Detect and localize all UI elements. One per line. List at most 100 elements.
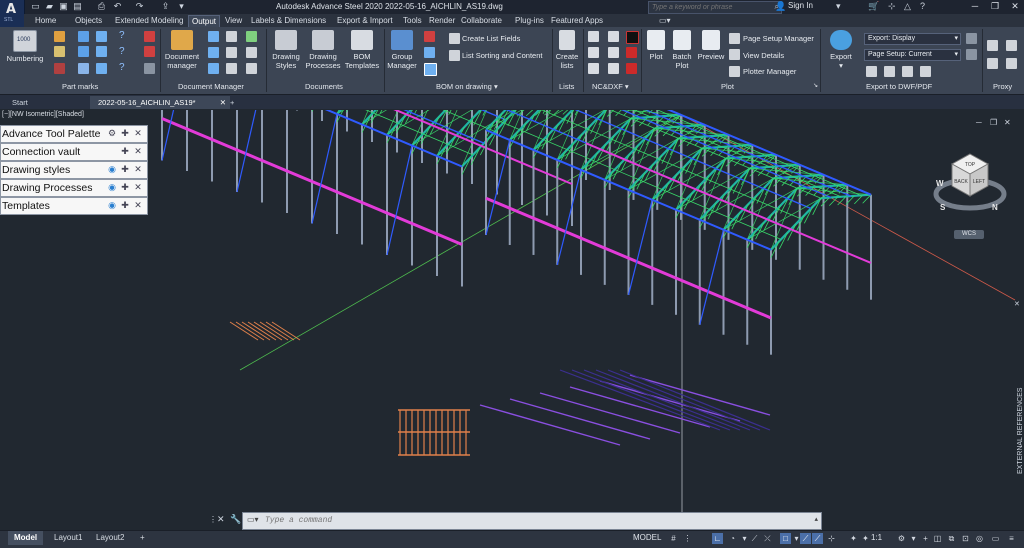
part-mark-icon-4[interactable] [78, 31, 89, 42]
doc-icon-5[interactable] [226, 47, 237, 58]
export-icon-4[interactable] [920, 66, 931, 77]
cmd-customize-icon[interactable]: 🔧 [230, 514, 241, 525]
polar-icon[interactable]: ◔ [727, 533, 738, 544]
document-manager-button[interactable]: Document manager [162, 30, 202, 70]
delete-mark-icon-3[interactable] [144, 63, 155, 74]
page-setup-options-icon[interactable] [966, 49, 977, 60]
bom-icon-3[interactable] [424, 63, 437, 76]
viewport-restore-icon[interactable]: ❐ [990, 118, 997, 127]
globe-icon[interactable]: ◉ [107, 182, 117, 192]
close-icon[interactable]: ✕ [133, 128, 143, 138]
view-details-button[interactable]: View Details [743, 51, 784, 60]
doc-icon-2[interactable] [208, 47, 219, 58]
batch-plot-button[interactable]: Batch Plot [669, 30, 695, 70]
panel-expand-icon[interactable]: ↘ [813, 82, 818, 89]
part-mark-icon-9[interactable] [96, 63, 107, 74]
add-icon[interactable]: ✚ [120, 182, 130, 192]
tab-featured-apps[interactable]: Featured Apps [548, 15, 606, 27]
units-icon[interactable]: ◫ [932, 533, 943, 544]
delete-mark-icon-2[interactable] [144, 46, 155, 57]
annotation-monitor-icon[interactable]: + [920, 533, 931, 544]
viewport-controls-label[interactable]: [−][NW Isometric][Shaded] [2, 111, 84, 118]
tab-tools[interactable]: Tools [400, 15, 425, 27]
question-icon-3[interactable]: ? [119, 62, 125, 73]
tab-output[interactable]: Output [188, 15, 221, 27]
open-folder-icon[interactable]: ▰ [44, 1, 55, 12]
bom-icon-2[interactable] [424, 47, 435, 58]
help-icon[interactable]: ? [920, 1, 925, 11]
drawing-processes-button[interactable]: Drawing Processes [304, 30, 342, 70]
nc-icon-3[interactable] [588, 63, 599, 74]
panel-label-bom[interactable]: BOM on drawing ▾ [436, 82, 498, 92]
model-space-toggle[interactable]: MODEL [633, 533, 661, 542]
doc-icon-4[interactable] [226, 31, 237, 42]
part-mark-icon-1[interactable] [54, 31, 65, 42]
export-icon-1[interactable] [866, 66, 877, 77]
export-display-dropdown[interactable]: Export: Display ▾ [864, 33, 961, 45]
layout-tab-layout1[interactable]: Layout1 [48, 531, 88, 545]
new-tab-button[interactable]: + [222, 96, 242, 109]
numbering-button[interactable]: 1000 Numbering [3, 30, 47, 63]
tab-view[interactable]: View [222, 15, 245, 27]
osnap-tracking-icon[interactable]: ⤫ [762, 533, 773, 544]
minimize-icon[interactable]: ─ [966, 0, 984, 13]
doc-icon-6[interactable] [226, 63, 237, 74]
snap-icon[interactable]: ⋮ [682, 533, 693, 544]
export-button[interactable]: Export ▾ [826, 30, 856, 70]
add-icon[interactable]: ✚ [120, 200, 130, 210]
close-icon[interactable]: ✕ [1006, 0, 1024, 13]
command-history-icon[interactable]: ▴ [814, 515, 818, 523]
part-mark-icon-3[interactable] [54, 63, 65, 74]
create-lists-button[interactable]: Create lists [553, 30, 581, 70]
bom-icon-1[interactable] [424, 31, 435, 42]
doc-icon-9[interactable] [246, 63, 257, 74]
group-manager-button[interactable]: Group Manager [386, 30, 418, 70]
drawing-viewport[interactable] [0, 110, 1024, 530]
hardware-accel-icon[interactable]: ⊡ [960, 533, 971, 544]
close-icon[interactable]: ✕ [133, 182, 143, 192]
model-canvas[interactable] [0, 110, 1024, 530]
clean-screen-icon[interactable]: ▭ [990, 533, 1001, 544]
external-references-palette-tab[interactable]: EXTERNAL REFERENCES [1014, 318, 1024, 478]
palette-drawing-styles[interactable]: Drawing styles ◉ ✚ ✕ [0, 161, 148, 179]
isodraft-icon[interactable]: ⟋ [749, 533, 760, 544]
palette-close-icon[interactable]: ✕ [1014, 300, 1020, 308]
nc-icon-9[interactable] [626, 63, 637, 74]
nc-icon-5[interactable] [608, 47, 619, 58]
part-mark-icon-7[interactable] [96, 31, 107, 42]
ribbon-minimize-toggle[interactable]: ▭▾ [656, 15, 674, 27]
ortho-icon[interactable]: ∟ [712, 533, 723, 544]
export-icon-2[interactable] [884, 66, 895, 77]
tab-render[interactable]: Render [426, 15, 458, 27]
question-icon-1[interactable]: ? [119, 30, 125, 41]
close-icon[interactable]: ✕ [133, 200, 143, 210]
nc-icon-2[interactable] [588, 47, 599, 58]
question-icon-2[interactable]: ? [119, 46, 125, 57]
tab-drawing-file[interactable]: 2022-05-16_AICHLIN_AS19* ✕ [90, 96, 230, 109]
quick-properties-icon[interactable]: ⧉ [946, 533, 957, 544]
save-as-icon[interactable]: ▤ [72, 1, 83, 12]
part-mark-icon-6[interactable] [78, 63, 89, 74]
palette-advance-tool-palette[interactable]: Advance Tool Palette ⚙ ✚ ✕ [0, 125, 148, 143]
add-icon[interactable]: ✚ [120, 128, 130, 138]
command-line[interactable]: ▭▾ ▴ [242, 512, 822, 530]
preview-button[interactable]: Preview [695, 30, 727, 61]
triangle-autodesk-icon[interactable]: △ [904, 1, 911, 12]
nc-icon-8[interactable] [626, 47, 637, 58]
restore-icon[interactable]: ❐ [986, 0, 1004, 13]
palette-drawing-processes[interactable]: Drawing Processes ◉ ✚ ✕ [0, 179, 148, 197]
cmd-close-icon[interactable]: ✕ [217, 514, 225, 525]
tab-export-import[interactable]: Export & Import [334, 15, 396, 27]
save-icon[interactable]: ▣ [58, 1, 69, 12]
print-icon[interactable]: ⎙ [96, 1, 107, 12]
grip-icon[interactable]: ⋮ [209, 515, 217, 524]
add-icon[interactable]: ✚ [120, 164, 130, 174]
bom-templates-button[interactable]: BOM Templates [342, 30, 382, 70]
tab-labels-dimensions[interactable]: Labels & Dimensions [248, 15, 329, 27]
tab-objects[interactable]: Objects [72, 15, 105, 27]
qa-dropdown-icon[interactable]: ▾ [176, 1, 187, 12]
annotation-scale-button[interactable]: 1:1 [871, 533, 882, 542]
close-icon[interactable]: ✕ [133, 164, 143, 174]
palette-templates[interactable]: Templates ◉ ✚ ✕ [0, 197, 148, 215]
doc-icon-7[interactable] [246, 31, 257, 42]
